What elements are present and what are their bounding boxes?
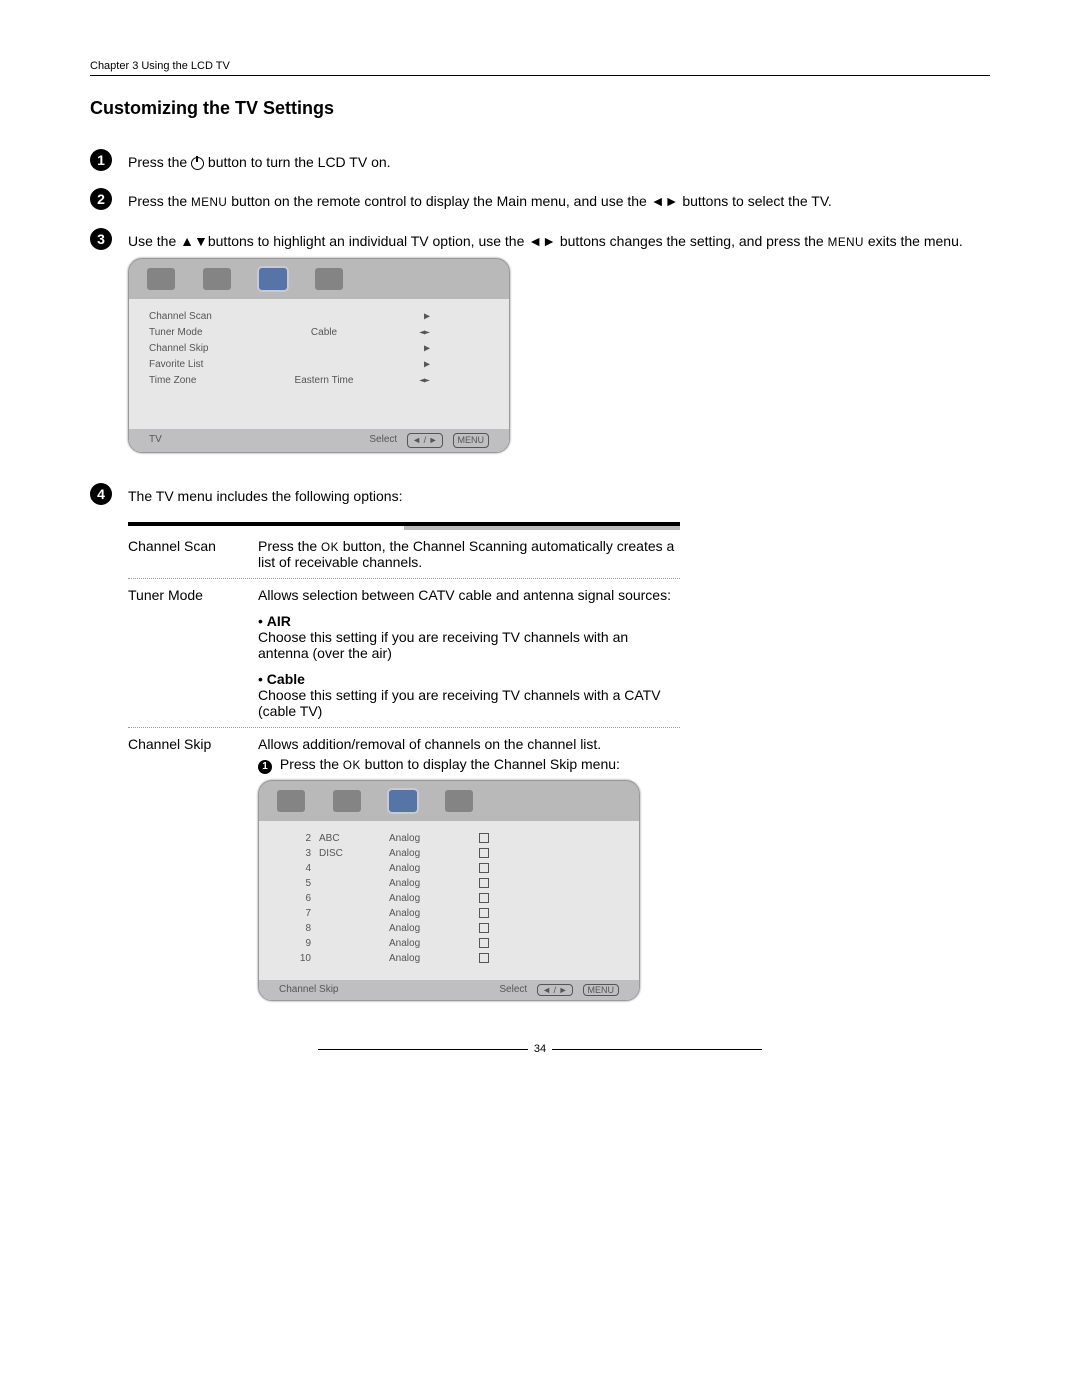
tv-menu-tabs (129, 259, 509, 299)
step-1-post: button to turn the LCD TV on. (204, 154, 391, 170)
select-chip-icon: ◄ / ► (537, 984, 572, 996)
channel-skip-row: 3DISCAnalog (279, 846, 619, 861)
air-heading: AIR (267, 613, 291, 629)
step-badge-2: 2 (90, 188, 112, 210)
menu-chip: MENU (583, 984, 620, 996)
tv-menu-row: Tuner ModeCable◄► (149, 325, 489, 341)
air-desc: Choose this setting if you are receiving… (258, 629, 680, 661)
ok-label: OK (321, 541, 339, 554)
channel-skip-row: 10Analog (279, 951, 619, 966)
channel-skip-row: 5Analog (279, 876, 619, 891)
option-row-channel-scan: Channel Scan Press the OK button, the Ch… (128, 530, 680, 579)
page-title: Customizing the TV Settings (90, 98, 990, 119)
page-number-value: 34 (534, 1043, 546, 1055)
opt-csk-1a: Press the (280, 756, 343, 772)
tv-foot-left: TV (149, 433, 162, 448)
tab-icon-1 (277, 790, 305, 812)
option-name: Tuner Mode (128, 587, 258, 719)
tab-icon-tv (389, 790, 417, 812)
channel-skip-row: 2ABCAnalog (279, 831, 619, 846)
option-name: Channel Scan (128, 538, 258, 570)
step-1: 1 Press the button to turn the LCD TV on… (90, 149, 990, 172)
cs-foot-select: Select (499, 984, 527, 995)
tv-menu-row: Channel Skip▶ (149, 341, 489, 357)
opt-tm-intro: Allows selection between CATV cable and … (258, 587, 680, 603)
tab-icon-2 (203, 268, 231, 290)
step-badge-3: 3 (90, 228, 112, 250)
cs-tabs (259, 781, 639, 821)
cs-rows: 2ABCAnalog3DISCAnalog4Analog5Analog6Anal… (259, 821, 639, 980)
step-4-text: The TV menu includes the following optio… (128, 488, 402, 504)
tab-icon-tv (259, 268, 287, 290)
chapter-header: Chapter 3 Using the LCD TV (90, 60, 990, 76)
step-3-a: Use the ▲▼buttons to highlight an indivi… (128, 233, 828, 249)
opt-csk-intro: Allows addition/removal of channels on t… (258, 736, 680, 752)
power-icon (191, 157, 204, 170)
cable-desc: Choose this setting if you are receiving… (258, 687, 680, 719)
page-number: 34 (90, 1043, 990, 1055)
step-3: 3 Use the ▲▼buttons to highlight an indi… (90, 228, 990, 467)
channel-skip-row: 9Analog (279, 936, 619, 951)
option-name: Channel Skip (128, 736, 258, 1015)
tv-menu-panel: Channel Scan▶Tuner ModeCable◄►Channel Sk… (128, 258, 510, 453)
ok-label: OK (343, 759, 361, 772)
option-row-tuner-mode: Tuner Mode Allows selection between CATV… (128, 579, 680, 728)
tab-icon-2 (333, 790, 361, 812)
menu-chip: MENU (453, 433, 490, 448)
cable-heading: Cable (267, 671, 305, 687)
opt-csk-1b: button to display the Channel Skip menu: (361, 756, 620, 772)
step-3-b: exits the menu. (864, 233, 963, 249)
channel-skip-panel: 2ABCAnalog3DISCAnalog4Analog5Analog6Anal… (258, 780, 640, 1001)
step-2-a: Press the (128, 193, 191, 209)
tv-menu-row: Time ZoneEastern Time◄► (149, 373, 489, 389)
select-chip-icon: ◄ / ► (407, 433, 442, 448)
tv-foot-select: Select (369, 433, 397, 448)
menu-label: MENU (191, 196, 227, 209)
channel-skip-row: 6Analog (279, 891, 619, 906)
tv-menu-rows: Channel Scan▶Tuner ModeCable◄►Channel Sk… (129, 299, 509, 429)
step-2-b: button on the remote control to display … (227, 193, 831, 209)
step-4: 4 The TV menu includes the following opt… (90, 483, 990, 506)
options-table: Channel Scan Press the OK button, the Ch… (128, 522, 680, 1023)
tv-menu-row: Channel Scan▶ (149, 309, 489, 325)
tab-icon-4 (445, 790, 473, 812)
tab-icon-1 (147, 268, 175, 290)
channel-skip-row: 7Analog (279, 906, 619, 921)
substep-badge-1: 1 (258, 760, 272, 774)
tab-icon-4 (315, 268, 343, 290)
tv-menu-row: Favorite List▶ (149, 357, 489, 373)
step-1-pre: Press the (128, 154, 191, 170)
channel-skip-row: 4Analog (279, 861, 619, 876)
option-row-channel-skip: Channel Skip Allows addition/removal of … (128, 728, 680, 1023)
opt-cs-a: Press the (258, 538, 321, 554)
menu-label: MENU (828, 236, 864, 249)
step-badge-1: 1 (90, 149, 112, 171)
step-badge-4: 4 (90, 483, 112, 505)
step-2: 2 Press the MENU button on the remote co… (90, 188, 990, 212)
channel-skip-row: 8Analog (279, 921, 619, 936)
cs-foot-left: Channel Skip (279, 984, 338, 995)
